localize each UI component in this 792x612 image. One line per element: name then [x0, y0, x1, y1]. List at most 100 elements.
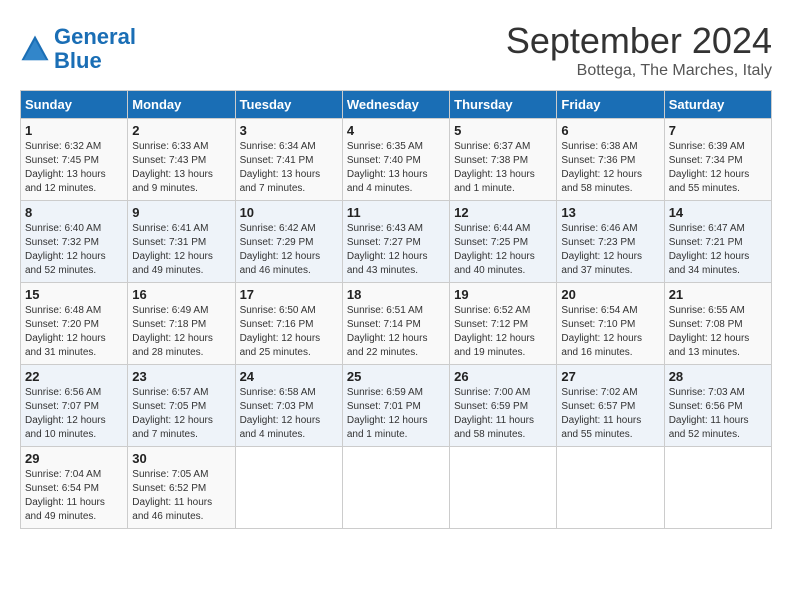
day-info: Sunrise: 6:58 AMSunset: 7:03 PMDaylight:…: [240, 386, 338, 442]
day-info: Sunrise: 6:34 AMSunset: 7:41 PMDaylight:…: [240, 140, 338, 196]
table-row: 24 Sunrise: 6:58 AMSunset: 7:03 PMDayligh…: [235, 365, 342, 447]
table-row: 23Sunrise: 6:57 AMSunset: 7:05 PMDayligh…: [128, 365, 235, 447]
day-info: Sunrise: 7:05 AMSunset: 6:52 PMDaylight:…: [132, 468, 230, 524]
day-number: 16: [132, 287, 230, 302]
day-info: Sunrise: 6:35 AMSunset: 7:40 PMDaylight:…: [347, 140, 445, 196]
day-number: 15: [25, 287, 123, 302]
calendar-week-4: 22 Sunrise: 6:56 AMSunset: 7:07 PMDayligh…: [21, 365, 772, 447]
day-number: 9: [132, 205, 230, 220]
table-row: 15 Sunrise: 6:48 AMSunset: 7:20 PMDayligh…: [21, 283, 128, 365]
day-number: 19: [454, 287, 552, 302]
month-title: September 2024: [506, 20, 772, 62]
day-info: Sunrise: 6:54 AMSunset: 7:10 PMDaylight:…: [561, 304, 659, 360]
day-info: Sunrise: 6:42 AMSunset: 7:29 PMDaylight:…: [240, 222, 338, 278]
day-info: Sunrise: 6:38 AMSunset: 7:36 PMDaylight:…: [561, 140, 659, 196]
calendar-week-1: 1 Sunrise: 6:32 AMSunset: 7:45 PMDaylight…: [21, 119, 772, 201]
day-info: Sunrise: 6:55 AMSunset: 7:08 PMDaylight:…: [669, 304, 767, 360]
col-monday: Monday: [128, 91, 235, 119]
day-info: Sunrise: 7:04 AMSunset: 6:54 PMDaylight:…: [25, 468, 123, 524]
day-number: 3: [240, 123, 338, 138]
day-info: Sunrise: 7:00 AMSunset: 6:59 PMDaylight:…: [454, 386, 552, 442]
day-info: Sunrise: 6:50 AMSunset: 7:16 PMDaylight:…: [240, 304, 338, 360]
table-row: 25 Sunrise: 6:59 AMSunset: 7:01 PMDayligh…: [342, 365, 449, 447]
col-sunday: Sunday: [21, 91, 128, 119]
day-number: 7: [669, 123, 767, 138]
day-number: 5: [454, 123, 552, 138]
table-row: 27 Sunrise: 7:02 AMSunset: 6:57 PMDayligh…: [557, 365, 664, 447]
day-number: 22: [25, 369, 123, 384]
day-number: 29: [25, 451, 123, 466]
day-info: Sunrise: 6:32 AMSunset: 7:45 PMDaylight:…: [25, 140, 123, 196]
table-row: 30Sunrise: 7:05 AMSunset: 6:52 PMDayligh…: [128, 447, 235, 529]
table-row: 8 Sunrise: 6:40 AMSunset: 7:32 PMDaylight…: [21, 201, 128, 283]
day-info: Sunrise: 6:49 AMSunset: 7:18 PMDaylight:…: [132, 304, 230, 360]
table-row: 9 Sunrise: 6:41 AMSunset: 7:31 PMDaylight…: [128, 201, 235, 283]
table-row: [342, 447, 449, 529]
logo-icon: [20, 34, 50, 64]
day-info: Sunrise: 6:52 AMSunset: 7:12 PMDaylight:…: [454, 304, 552, 360]
day-number: 28: [669, 369, 767, 384]
table-row: 28 Sunrise: 7:03 AMSunset: 6:56 PMDayligh…: [664, 365, 771, 447]
day-number: 14: [669, 205, 767, 220]
day-number: 23: [132, 369, 230, 384]
page-header: General Blue September 2024 Bottega, The…: [20, 20, 772, 80]
table-row: 18 Sunrise: 6:51 AMSunset: 7:14 PMDayligh…: [342, 283, 449, 365]
day-info: Sunrise: 6:39 AMSunset: 7:34 PMDaylight:…: [669, 140, 767, 196]
day-number: 26: [454, 369, 552, 384]
table-row: [450, 447, 557, 529]
table-row: [235, 447, 342, 529]
location-subtitle: Bottega, The Marches, Italy: [506, 62, 772, 80]
table-row: 19 Sunrise: 6:52 AMSunset: 7:12 PMDayligh…: [450, 283, 557, 365]
table-row: 12 Sunrise: 6:44 AMSunset: 7:25 PMDayligh…: [450, 201, 557, 283]
day-info: Sunrise: 6:51 AMSunset: 7:14 PMDaylight:…: [347, 304, 445, 360]
col-wednesday: Wednesday: [342, 91, 449, 119]
table-row: 17 Sunrise: 6:50 AMSunset: 7:16 PMDayligh…: [235, 283, 342, 365]
table-row: 16 Sunrise: 6:49 AMSunset: 7:18 PMDayligh…: [128, 283, 235, 365]
day-info: Sunrise: 6:59 AMSunset: 7:01 PMDaylight:…: [347, 386, 445, 442]
day-number: 18: [347, 287, 445, 302]
table-row: 2Sunrise: 6:33 AMSunset: 7:43 PMDaylight…: [128, 119, 235, 201]
header-row: Sunday Monday Tuesday Wednesday Thursday…: [21, 91, 772, 119]
day-number: 13: [561, 205, 659, 220]
day-number: 1: [25, 123, 123, 138]
table-row: 21 Sunrise: 6:55 AMSunset: 7:08 PMDayligh…: [664, 283, 771, 365]
day-info: Sunrise: 6:46 AMSunset: 7:23 PMDaylight:…: [561, 222, 659, 278]
day-info: Sunrise: 6:43 AMSunset: 7:27 PMDaylight:…: [347, 222, 445, 278]
table-row: 11 Sunrise: 6:43 AMSunset: 7:27 PMDayligh…: [342, 201, 449, 283]
day-info: Sunrise: 7:02 AMSunset: 6:57 PMDaylight:…: [561, 386, 659, 442]
day-number: 12: [454, 205, 552, 220]
col-saturday: Saturday: [664, 91, 771, 119]
table-row: 20 Sunrise: 6:54 AMSunset: 7:10 PMDayligh…: [557, 283, 664, 365]
day-number: 2: [132, 123, 230, 138]
day-number: 27: [561, 369, 659, 384]
table-row: 7 Sunrise: 6:39 AMSunset: 7:34 PMDaylight…: [664, 119, 771, 201]
day-info: Sunrise: 6:48 AMSunset: 7:20 PMDaylight:…: [25, 304, 123, 360]
day-info: Sunrise: 6:37 AMSunset: 7:38 PMDaylight:…: [454, 140, 552, 196]
day-number: 6: [561, 123, 659, 138]
table-row: 22 Sunrise: 6:56 AMSunset: 7:07 PMDayligh…: [21, 365, 128, 447]
col-friday: Friday: [557, 91, 664, 119]
day-info: Sunrise: 6:44 AMSunset: 7:25 PMDaylight:…: [454, 222, 552, 278]
day-number: 8: [25, 205, 123, 220]
day-info: Sunrise: 6:56 AMSunset: 7:07 PMDaylight:…: [25, 386, 123, 442]
day-number: 24: [240, 369, 338, 384]
table-row: 5 Sunrise: 6:37 AMSunset: 7:38 PMDaylight…: [450, 119, 557, 201]
day-number: 11: [347, 205, 445, 220]
day-number: 17: [240, 287, 338, 302]
table-row: 4Sunrise: 6:35 AMSunset: 7:40 PMDaylight…: [342, 119, 449, 201]
logo-text: General Blue: [54, 25, 136, 73]
calendar-week-2: 8 Sunrise: 6:40 AMSunset: 7:32 PMDaylight…: [21, 201, 772, 283]
day-number: 21: [669, 287, 767, 302]
table-row: [557, 447, 664, 529]
calendar-week-5: 29 Sunrise: 7:04 AMSunset: 6:54 PMDayligh…: [21, 447, 772, 529]
day-info: Sunrise: 6:41 AMSunset: 7:31 PMDaylight:…: [132, 222, 230, 278]
day-number: 25: [347, 369, 445, 384]
table-row: 6 Sunrise: 6:38 AMSunset: 7:36 PMDaylight…: [557, 119, 664, 201]
col-thursday: Thursday: [450, 91, 557, 119]
day-info: Sunrise: 6:40 AMSunset: 7:32 PMDaylight:…: [25, 222, 123, 278]
logo: General Blue: [20, 25, 136, 73]
day-info: Sunrise: 7:03 AMSunset: 6:56 PMDaylight:…: [669, 386, 767, 442]
table-row: 26 Sunrise: 7:00 AMSunset: 6:59 PMDayligh…: [450, 365, 557, 447]
calendar-week-3: 15 Sunrise: 6:48 AMSunset: 7:20 PMDayligh…: [21, 283, 772, 365]
day-number: 20: [561, 287, 659, 302]
